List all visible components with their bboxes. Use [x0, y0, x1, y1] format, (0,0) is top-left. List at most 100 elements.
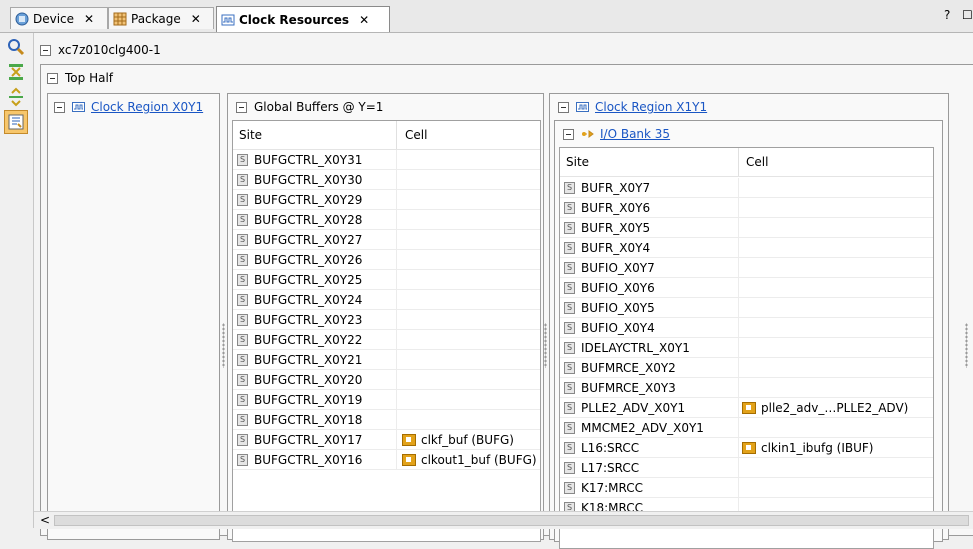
table-row[interactable]: S BUFGCTRL_X0Y16 clkout1_buf (BUFG): [233, 450, 540, 470]
site-cell: BUFIO_X0Y7: [581, 260, 655, 275]
site-icon: S: [564, 461, 575, 474]
cell-icon: [742, 441, 756, 454]
collapse-toggle-icon[interactable]: [47, 72, 58, 84]
site-icon: S: [237, 373, 248, 386]
table-row[interactable]: S BUFR_X0Y5: [560, 218, 933, 238]
site-cell: BUFMRCE_X0Y2: [581, 360, 676, 375]
site-cell: BUFGCTRL_X0Y31: [254, 152, 363, 167]
clock-region-right-link[interactable]: Clock Region X1Y1: [595, 100, 707, 114]
table-row[interactable]: S K17:MRCC: [560, 478, 933, 498]
column-divider[interactable]: [396, 121, 397, 149]
auto-scroll-button[interactable]: [4, 110, 28, 134]
tab-package[interactable]: Package ✕: [108, 7, 214, 29]
clock-region-left-link[interactable]: Clock Region X0Y1: [91, 100, 203, 114]
search-icon[interactable]: [6, 37, 26, 57]
table-row[interactable]: S BUFGCTRL_X0Y19: [233, 390, 540, 410]
table-row[interactable]: S BUFGCTRL_X0Y23: [233, 310, 540, 330]
top-half-node[interactable]: Top Half: [47, 68, 113, 88]
collapse-all-icon[interactable]: [6, 62, 26, 82]
clock-region-icon: [72, 102, 85, 112]
site-icon: S: [564, 441, 575, 454]
table-row[interactable]: S BUFGCTRL_X0Y31: [233, 150, 540, 170]
tab-package-close-icon[interactable]: ✕: [191, 12, 201, 26]
site-cell: BUFGCTRL_X0Y24: [254, 292, 363, 307]
site-icon: S: [237, 273, 248, 286]
table-row[interactable]: S L16:SRCC clkin1_ibufg (IBUF): [560, 438, 933, 458]
clock-region-right-header[interactable]: Clock Region X1Y1: [558, 97, 707, 117]
global-buffers-header[interactable]: Global Buffers @ Y=1: [236, 97, 383, 117]
horizontal-scrollbar[interactable]: <: [34, 511, 973, 529]
site-cell: IDELAYCTRL_X0Y1: [581, 340, 690, 355]
table-row[interactable]: S L17:SRCC: [560, 458, 933, 478]
collapse-toggle-icon[interactable]: [40, 44, 51, 56]
col-cell-header[interactable]: Cell: [405, 128, 427, 142]
collapse-toggle-icon[interactable]: [236, 101, 247, 113]
table-row[interactable]: S BUFGCTRL_X0Y18: [233, 410, 540, 430]
splitter-handle[interactable]: [544, 323, 547, 368]
table-row[interactable]: S BUFGCTRL_X0Y25: [233, 270, 540, 290]
splitter-handle[interactable]: [222, 323, 225, 368]
column-divider: [396, 250, 397, 270]
col-site-header[interactable]: Site: [566, 155, 589, 169]
table-row[interactable]: S BUFIO_X0Y5: [560, 298, 933, 318]
col-site-header[interactable]: Site: [239, 128, 262, 142]
help-button[interactable]: ?: [944, 8, 950, 22]
collapse-toggle-icon[interactable]: [563, 128, 574, 140]
column-divider: [738, 298, 739, 318]
table-row[interactable]: S BUFGCTRL_X0Y29: [233, 190, 540, 210]
table-row[interactable]: S BUFMRCE_X0Y3: [560, 378, 933, 398]
table-row[interactable]: S BUFIO_X0Y6: [560, 278, 933, 298]
site-icon: S: [237, 313, 248, 326]
cell-name[interactable]: clkout1_buf (BUFG): [421, 453, 537, 467]
cell-icon: [402, 433, 416, 446]
column-divider: [738, 478, 739, 498]
table-row[interactable]: S BUFR_X0Y7: [560, 178, 933, 198]
table-row[interactable]: S BUFGCTRL_X0Y27: [233, 230, 540, 250]
table-row[interactable]: S BUFIO_X0Y4: [560, 318, 933, 338]
table-row[interactable]: S BUFGCTRL_X0Y21: [233, 350, 540, 370]
table-row[interactable]: S BUFGCTRL_X0Y24: [233, 290, 540, 310]
scroll-left-button[interactable]: <: [40, 513, 50, 527]
table-row[interactable]: S BUFIO_X0Y7: [560, 258, 933, 278]
tab-device[interactable]: Device ✕: [10, 7, 108, 29]
io-bank-header[interactable]: I/O Bank 35: [563, 124, 670, 144]
cell-name[interactable]: plle2_adv_…PLLE2_ADV): [761, 401, 908, 415]
tab-device-close-icon[interactable]: ✕: [84, 12, 94, 26]
tab-clock-resources-close-icon[interactable]: ✕: [359, 13, 369, 27]
scroll-thumb[interactable]: [54, 515, 969, 526]
site-icon: S: [237, 453, 248, 466]
table-row[interactable]: S BUFGCTRL_X0Y26: [233, 250, 540, 270]
collapse-toggle-icon[interactable]: [54, 101, 65, 113]
cell-name[interactable]: clkf_buf (BUFG): [421, 433, 514, 447]
tab-package-label: Package: [131, 11, 181, 26]
table-row[interactable]: S BUFR_X0Y6: [560, 198, 933, 218]
table-row[interactable]: S BUFGCTRL_X0Y17 clkf_buf (BUFG): [233, 430, 540, 450]
table-row[interactable]: S PLLE2_ADV_X0Y1 plle2_adv_…PLLE2_ADV): [560, 398, 933, 418]
expand-all-icon[interactable]: [6, 87, 26, 107]
clock-region-left-header[interactable]: Clock Region X0Y1: [54, 97, 203, 117]
cell-icon: [742, 401, 756, 414]
site-icon: S: [564, 201, 575, 214]
site-cell: L16:SRCC: [581, 440, 640, 455]
table-row[interactable]: S BUFR_X0Y4: [560, 238, 933, 258]
table-row[interactable]: S IDELAYCTRL_X0Y1: [560, 338, 933, 358]
splitter-handle[interactable]: [965, 323, 968, 368]
device-node[interactable]: xc7z010clg400-1: [40, 40, 161, 60]
tab-clock-resources[interactable]: Clock Resources ✕: [216, 6, 390, 32]
col-cell-header[interactable]: Cell: [746, 155, 768, 169]
column-divider: [396, 330, 397, 350]
table-row[interactable]: S BUFGCTRL_X0Y30: [233, 170, 540, 190]
table-row[interactable]: S BUFGCTRL_X0Y20: [233, 370, 540, 390]
table-row[interactable]: S MMCME2_ADV_X0Y1: [560, 418, 933, 438]
io-bank-link[interactable]: I/O Bank 35: [600, 127, 670, 141]
cell-name[interactable]: clkin1_ibufg (IBUF): [761, 441, 874, 455]
column-divider[interactable]: [738, 148, 739, 176]
table-row[interactable]: S BUFGCTRL_X0Y28: [233, 210, 540, 230]
site-cell: BUFGCTRL_X0Y29: [254, 192, 363, 207]
table-row[interactable]: S BUFGCTRL_X0Y22: [233, 330, 540, 350]
collapse-toggle-icon[interactable]: [558, 101, 569, 113]
table-row[interactable]: S BUFMRCE_X0Y2: [560, 358, 933, 378]
site-cell: BUFGCTRL_X0Y17: [254, 432, 363, 447]
site-icon: S: [564, 401, 575, 414]
restore-button[interactable]: ☐: [962, 8, 973, 22]
